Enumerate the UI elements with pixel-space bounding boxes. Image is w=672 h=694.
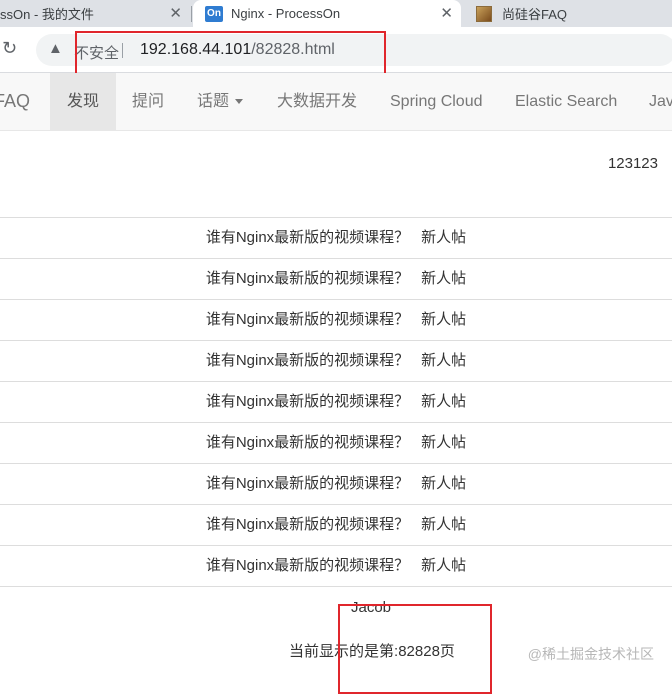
post-title[interactable]: 谁有Nginx最新版的视频课程？ (206, 557, 409, 574)
post-tag: 新人帖 (421, 311, 467, 328)
close-icon[interactable]: ✕ (440, 4, 453, 22)
list-item[interactable]: 谁有Nginx最新版的视频课程？ 新人帖 (0, 259, 672, 300)
browser-tab-strip: ssOn - 我的文件 ✕ On Nginx - ProcessOn ✕ 尚硅谷… (0, 0, 672, 27)
warning-triangle-icon[interactable]: ▲ (48, 40, 63, 57)
tab-processon-files[interactable]: ssOn - 我的文件 ✕ (0, 0, 190, 27)
nav-item-label: 话题 (197, 93, 230, 110)
list-item[interactable]: 谁有Nginx最新版的视频课程？ 新人帖 (0, 382, 672, 423)
list-item[interactable]: 谁有Nginx最新版的视频课程？ 新人帖 (0, 505, 672, 546)
post-tag: 新人帖 (421, 516, 467, 533)
post-tag: 新人帖 (421, 557, 467, 574)
tab-title: Nginx - ProcessOn (231, 6, 341, 21)
site-navbar: FAQ 发现 提问 话题 大数据开发 Spring Cloud Elastic … (0, 73, 672, 131)
post-tag: 新人帖 (421, 434, 467, 451)
post-title[interactable]: 谁有Nginx最新版的视频课程？ (206, 475, 409, 492)
post-title[interactable]: 谁有Nginx最新版的视频课程？ (206, 270, 409, 287)
post-title[interactable]: 谁有Nginx最新版的视频课程？ (206, 229, 409, 246)
tab-nginx-processon[interactable]: On Nginx - ProcessOn ✕ (193, 0, 461, 27)
faq-favicon-icon (476, 5, 492, 22)
post-tag: 新人帖 (421, 229, 467, 246)
watermark: @稀土掘金技术社区 (527, 646, 654, 662)
user-name[interactable]: 123123 (608, 155, 658, 172)
reload-icon[interactable]: ↻ (2, 38, 17, 59)
list-item[interactable]: 谁有Nginx最新版的视频课程？ 新人帖 (0, 423, 672, 464)
post-title[interactable]: 谁有Nginx最新版的视频课程？ (206, 516, 409, 533)
tab-separator (191, 6, 192, 22)
post-tag: 新人帖 (421, 393, 467, 410)
close-icon[interactable]: ✕ (169, 4, 182, 22)
post-title[interactable]: 谁有Nginx最新版的视频课程？ (206, 434, 409, 451)
post-title[interactable]: 谁有Nginx最新版的视频课程？ (206, 352, 409, 369)
list-item[interactable]: 谁有Nginx最新版的视频课程？ 新人帖 (0, 218, 672, 259)
nav-item-discover[interactable]: 发现 (50, 73, 116, 130)
list-item[interactable]: 谁有Nginx最新版的视频课程？ 新人帖 (0, 464, 672, 505)
list-item[interactable]: 谁有Nginx最新版的视频课程？ 新人帖 (0, 341, 672, 382)
list-item[interactable]: 谁有Nginx最新版的视频课程？ 新人帖 (0, 300, 672, 341)
nav-item-java[interactable]: Jav (649, 73, 672, 130)
site-brand[interactable]: FAQ (0, 73, 30, 130)
post-tag: 新人帖 (421, 270, 467, 287)
nav-item-ask[interactable]: 提问 (132, 73, 164, 130)
tab-title: ssOn - 我的文件 (0, 7, 94, 22)
tab-faq[interactable]: 尚硅谷FAQ (470, 0, 672, 27)
author-name: Jacob (350, 599, 392, 616)
post-tag: 新人帖 (421, 352, 467, 369)
post-title[interactable]: 谁有Nginx最新版的视频课程？ (206, 393, 409, 410)
caret-down-icon (235, 99, 244, 105)
post-title[interactable]: 谁有Nginx最新版的视频课程？ (206, 311, 409, 328)
nav-item-topics[interactable]: 话题 (197, 73, 244, 130)
nav-item-elastic-search[interactable]: Elastic Search (515, 73, 617, 130)
list-item[interactable]: 谁有Nginx最新版的视频课程？ 新人帖 (0, 546, 672, 587)
post-list: 谁有Nginx最新版的视频课程？ 新人帖 谁有Nginx最新版的视频课程？ 新人帖 … (0, 217, 672, 587)
post-tag: 新人帖 (421, 475, 467, 492)
tab-title: 尚硅谷FAQ (502, 7, 568, 22)
nav-item-bigdata[interactable]: 大数据开发 (277, 73, 357, 130)
processon-favicon-icon: On (205, 5, 223, 22)
nav-item-spring-cloud[interactable]: Spring Cloud (390, 73, 483, 130)
